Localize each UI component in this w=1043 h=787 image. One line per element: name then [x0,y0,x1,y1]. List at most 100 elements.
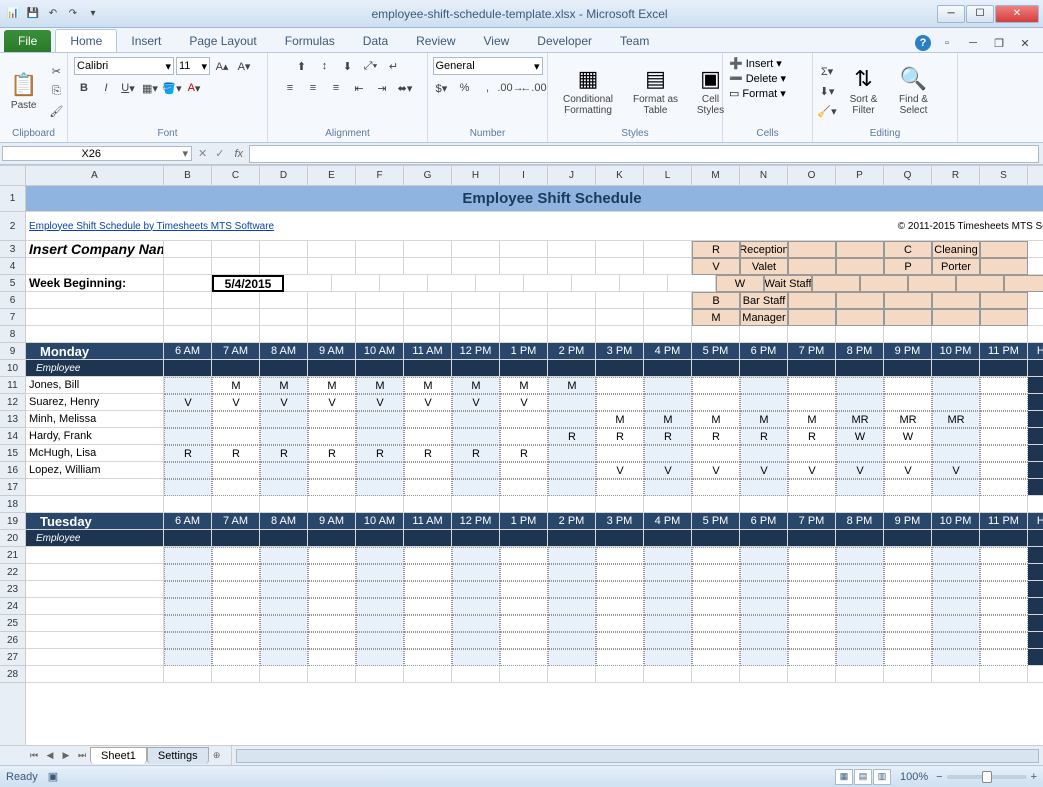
cell[interactable] [356,258,404,275]
cell[interactable] [452,428,500,445]
cell[interactable] [260,241,308,258]
cell[interactable] [452,564,500,581]
cell[interactable] [788,479,836,496]
cell[interactable] [692,360,740,377]
cell[interactable] [788,649,836,666]
tab-file[interactable]: File [4,30,51,52]
cell[interactable] [692,615,740,632]
cell[interactable] [644,649,692,666]
cell[interactable] [932,360,980,377]
cell[interactable] [932,547,980,564]
cell[interactable] [452,598,500,615]
cell[interactable] [644,530,692,547]
minimize-ribbon-icon[interactable]: ▫ [937,34,957,52]
cell[interactable] [164,598,212,615]
cell[interactable]: W [716,275,764,292]
cell[interactable] [26,496,164,513]
row-header[interactable]: 8 [0,326,25,343]
cell[interactable] [260,598,308,615]
cell[interactable]: 8 PM [836,343,884,360]
cell[interactable] [596,326,644,343]
cell[interactable] [548,564,596,581]
cell[interactable]: V [644,462,692,479]
cell[interactable] [404,666,452,683]
zoom-level[interactable]: 100% [900,771,928,783]
cell[interactable] [644,360,692,377]
cell[interactable] [26,326,164,343]
cell[interactable] [356,547,404,564]
cell[interactable] [26,564,164,581]
cell[interactable] [308,309,356,326]
cell[interactable]: M [260,377,308,394]
decrease-decimal-icon[interactable]: ←.00 [524,79,544,97]
cell[interactable] [740,445,788,462]
row-header[interactable]: 25 [0,615,25,632]
cell[interactable] [836,445,884,462]
cell[interactable] [260,258,308,275]
cell[interactable] [356,632,404,649]
cell[interactable] [932,309,980,326]
cell[interactable]: V [260,394,308,411]
cell[interactable]: 11 AM [404,513,452,530]
cell[interactable] [836,394,884,411]
cell[interactable]: 5 PM [692,343,740,360]
cell[interactable] [836,258,884,275]
cell[interactable] [260,479,308,496]
cell[interactable] [980,479,1028,496]
cell[interactable] [404,581,452,598]
cell[interactable]: 7 PM [788,513,836,530]
cell[interactable] [692,394,740,411]
cell[interactable]: R [548,428,596,445]
cell[interactable]: Manager [740,309,788,326]
cell[interactable] [404,598,452,615]
cell[interactable] [980,292,1028,309]
cell[interactable] [980,462,1028,479]
font-name-combo[interactable]: Calibri▾ [74,57,174,75]
orientation-icon[interactable]: ⤢▾ [361,57,381,75]
cell[interactable] [356,462,404,479]
cell[interactable] [980,377,1028,394]
cell[interactable] [644,377,692,394]
cell[interactable]: 1 PM [500,513,548,530]
cell[interactable]: Wait Staff [764,275,812,292]
cell[interactable] [404,649,452,666]
row-header[interactable]: 21 [0,547,25,564]
cell[interactable] [884,445,932,462]
cell[interactable] [212,326,260,343]
cell[interactable] [980,241,1028,258]
cell[interactable]: R [644,428,692,445]
cell[interactable] [596,377,644,394]
cell[interactable] [788,547,836,564]
qat-undo-icon[interactable]: ↶ [44,5,62,23]
format-cells-button[interactable]: ▭Format▾ [729,87,786,100]
cell[interactable] [212,479,260,496]
cell[interactable] [740,615,788,632]
column-header[interactable]: Q [884,166,932,185]
row-header[interactable]: 14 [0,428,25,445]
cell[interactable] [644,598,692,615]
cell[interactable] [644,496,692,513]
cell[interactable]: V [404,394,452,411]
cell[interactable] [692,530,740,547]
cell[interactable] [26,292,164,309]
cell[interactable] [932,428,980,445]
cell[interactable] [500,411,548,428]
cell[interactable] [308,649,356,666]
cell[interactable] [932,479,980,496]
cell[interactable] [212,564,260,581]
cell[interactable] [452,581,500,598]
tab-view[interactable]: View [470,30,524,52]
cell[interactable] [356,598,404,615]
cell[interactable] [308,479,356,496]
cell[interactable] [164,309,212,326]
cell[interactable]: Hours [1028,343,1043,360]
cell[interactable] [596,360,644,377]
cell[interactable] [164,241,212,258]
conditional-formatting-button[interactable]: ▦Conditional Formatting [552,64,624,118]
name-box-input[interactable] [3,148,179,160]
cell[interactable]: 5 PM [692,513,740,530]
cell[interactable]: M [212,377,260,394]
cell[interactable] [932,326,980,343]
cell[interactable] [740,326,788,343]
cell[interactable] [884,615,932,632]
